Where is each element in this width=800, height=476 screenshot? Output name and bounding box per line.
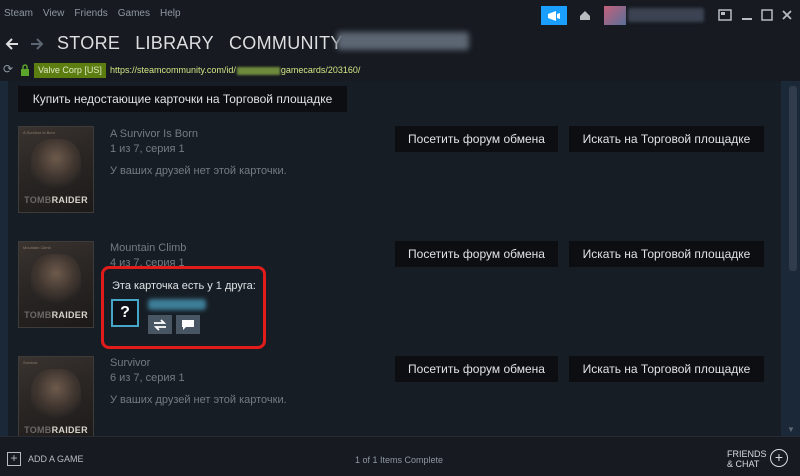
tomb-raider-logo: TOMBRAIDER [24, 195, 88, 205]
card-note: У ваших друзей нет этой карточки. [110, 165, 287, 177]
url-bar: ⟳ Valve Corp [US] https://steamcommunity… [0, 60, 800, 81]
friend-name-blurred[interactable] [148, 299, 206, 310]
nav-library[interactable]: LIBRARY [135, 33, 214, 54]
bottom-bar: + ADD A GAME 1 of 1 Items Complete FRIEN… [0, 436, 800, 476]
maximize-icon[interactable] [760, 8, 774, 22]
card-image[interactable]: A Survivor Is Born TOMBRAIDER [18, 126, 94, 213]
card-subtitle: 6 из 7, серия 1 [110, 372, 185, 384]
menu-games[interactable]: Games [118, 8, 150, 19]
friend-avatar[interactable]: ? [111, 299, 139, 327]
url-suffix: gamecards/203160/ [280, 65, 361, 75]
nav-store[interactable]: STORE [57, 33, 120, 54]
card-subtitle: 1 из 7, серия 1 [110, 143, 185, 155]
menu-view[interactable]: View [43, 8, 65, 19]
scroll-down-icon[interactable]: ▼ [787, 425, 795, 434]
card-title: Survivor [110, 357, 151, 369]
close-icon[interactable] [780, 8, 794, 22]
menu-bar: Steam View Friends Games Help [0, 8, 187, 19]
url-blurred-segment [236, 66, 280, 75]
minimize-icon[interactable] [740, 8, 754, 22]
trade-arrows-icon [153, 318, 167, 331]
nav-links: STORE LIBRARY COMMUNITY [57, 33, 358, 54]
nav-username-blurred[interactable] [337, 32, 469, 50]
certificate-badge[interactable]: Valve Corp [US] [34, 63, 106, 78]
friends-chat-button[interactable]: FRIENDS & CHAT [727, 449, 767, 469]
plus-icon[interactable]: + [7, 452, 21, 466]
card-mini-title: Survivor [23, 360, 38, 365]
arrow-right-icon[interactable] [29, 36, 45, 52]
inbox-icon[interactable] [578, 8, 592, 22]
url-prefix: https://steamcommunity.com/id/ [110, 65, 236, 75]
refresh-icon[interactable]: ⟳ [3, 62, 13, 76]
chat-button[interactable] [176, 315, 200, 334]
menu-help[interactable]: Help [160, 8, 181, 19]
add-friend-icon[interactable]: + [770, 449, 788, 467]
card-image[interactable]: Mountain Climb TOMBRAIDER [18, 241, 94, 328]
download-status[interactable]: 1 of 1 Items Complete [355, 455, 443, 465]
search-market-button[interactable]: Искать на Торговой площадке [569, 126, 764, 152]
lock-icon [21, 64, 29, 76]
content-area: Купить недостающие карточки на Торговой … [0, 81, 800, 436]
search-market-button[interactable]: Искать на Торговой площадке [569, 356, 764, 382]
card-art [31, 369, 81, 424]
user-avatar[interactable] [604, 6, 626, 25]
megaphone-icon [548, 10, 560, 21]
card-art [31, 139, 81, 194]
visit-trade-forum-button[interactable]: Посетить форум обмена [395, 356, 558, 382]
search-market-button[interactable]: Искать на Торговой площадке [569, 241, 764, 267]
menu-friends[interactable]: Friends [74, 8, 107, 19]
card-mini-title: A Survivor Is Born [23, 130, 56, 135]
card-title: Mountain Climb [110, 242, 187, 254]
chat-label: & CHAT [727, 459, 760, 469]
card-image[interactable]: Survivor TOMBRAIDER [18, 356, 94, 436]
card-title: A Survivor Is Born [110, 128, 199, 140]
add-game-button[interactable]: ADD A GAME [28, 454, 84, 464]
popup-title: Эта карточка есть у 1 друга: [112, 280, 256, 292]
trade-button[interactable] [148, 315, 172, 334]
menu-steam[interactable]: Steam [4, 8, 33, 19]
card-mini-title: Mountain Climb [23, 245, 51, 250]
tomb-raider-logo: TOMBRAIDER [24, 310, 88, 320]
card-note: У ваших друзей нет этой карточки. [110, 394, 287, 406]
big-picture-icon[interactable] [718, 8, 732, 22]
title-bar: Steam View Friends Games Help [0, 0, 800, 30]
url-text[interactable]: https://steamcommunity.com/id/gamecards/… [110, 65, 360, 75]
buy-missing-cards-button[interactable]: Купить недостающие карточки на Торговой … [18, 86, 347, 112]
friends-label: FRIENDS [727, 449, 767, 459]
visit-trade-forum-button[interactable]: Посетить форум обмена [395, 241, 558, 267]
username-blurred[interactable] [628, 8, 704, 22]
arrow-left-icon[interactable] [4, 36, 20, 52]
visit-trade-forum-button[interactable]: Посетить форум обмена [395, 126, 558, 152]
chat-bubble-icon [182, 319, 194, 330]
notification-button[interactable] [541, 6, 567, 25]
card-art [31, 254, 81, 309]
scrollbar-thumb[interactable] [789, 86, 797, 271]
tomb-raider-logo: TOMBRAIDER [24, 425, 88, 435]
nav-community[interactable]: COMMUNITY [229, 33, 343, 54]
friends-with-card-popup: Эта карточка есть у 1 друга: ? [101, 266, 266, 349]
